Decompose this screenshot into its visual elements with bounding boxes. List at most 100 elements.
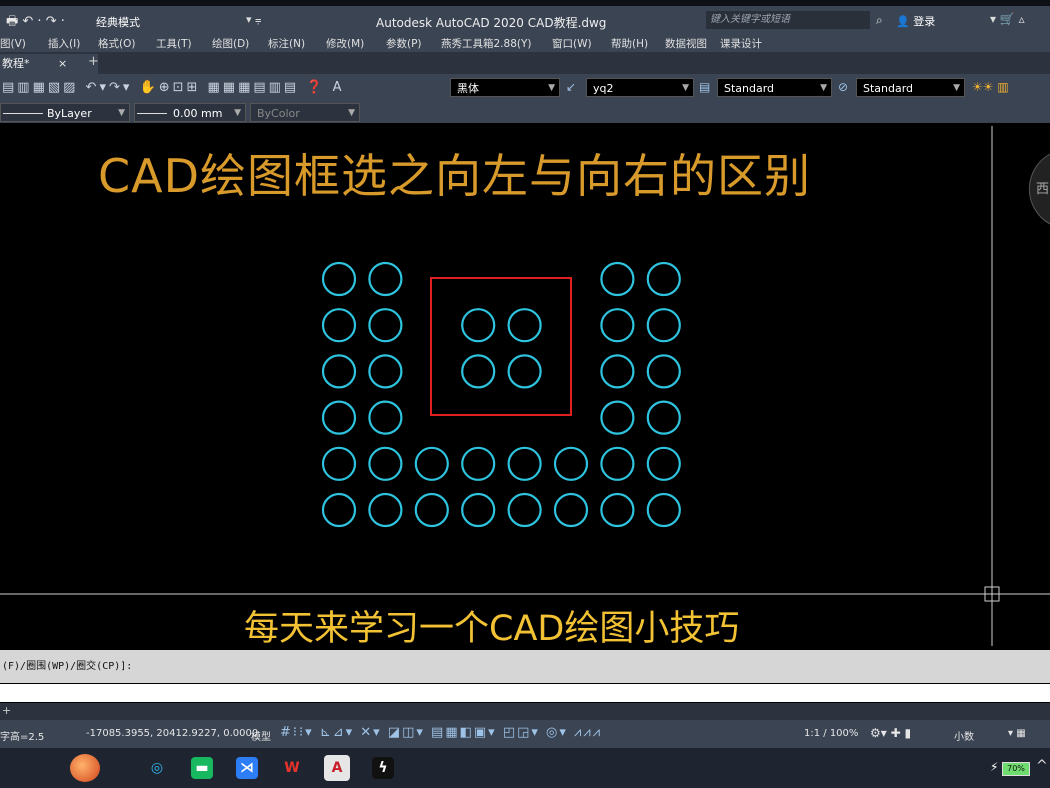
quick-access-icons[interactable]: 🖶 ↶ · ↷ ·	[6, 12, 65, 32]
menu-item[interactable]: 插入(I)	[48, 36, 80, 51]
circle-entity[interactable]	[507, 354, 542, 389]
menu-item[interactable]: 参数(P)	[386, 36, 422, 51]
close-icon[interactable]: ×	[58, 54, 67, 74]
chevron-up-icon[interactable]: ^	[1036, 758, 1048, 774]
chevron-down-icon: ▼	[548, 83, 555, 93]
circle-entity[interactable]	[646, 354, 681, 389]
menu-item[interactable]: 图(V)	[0, 36, 26, 51]
wps-icon[interactable]: W	[281, 757, 303, 779]
tab-label: 教程*	[2, 57, 30, 70]
menu-item[interactable]: 帮助(H)	[611, 36, 648, 51]
layer-lightbulb-icon[interactable]: ☀☀ ▥	[972, 80, 1009, 94]
login-label: 登录	[913, 15, 936, 28]
circle-entity[interactable]	[321, 354, 357, 389]
selection-rectangle	[430, 277, 572, 416]
new-tab-button[interactable]: +	[88, 54, 99, 69]
circle-entity[interactable]	[646, 446, 681, 481]
circle-entity[interactable]	[368, 308, 403, 343]
vs-icon[interactable]: ⋊	[236, 757, 258, 779]
drawing-canvas[interactable]: CAD绘图框选之向左与向右的区别 每天来学习一个CAD绘图小技巧 西	[0, 126, 1050, 649]
dimstyle-combo[interactable]: yq2 ▼	[586, 78, 694, 97]
circle-entity[interactable]	[368, 261, 403, 297]
circle-entity[interactable]	[461, 446, 496, 481]
color-combo[interactable]: ByColor ▼	[250, 103, 360, 122]
user-icon: 👤	[896, 15, 914, 28]
menu-item[interactable]: 数据视图	[665, 36, 707, 51]
menu-item[interactable]: 课录设计	[720, 36, 762, 51]
menu-item[interactable]: 工具(T)	[156, 36, 192, 51]
circle-entity[interactable]	[368, 400, 403, 435]
circle-entity[interactable]	[600, 492, 635, 528]
linetype-combo[interactable]: ByLayer ▼	[0, 103, 130, 122]
circle-entity[interactable]	[553, 446, 589, 481]
tablestyle-combo[interactable]: Standard ▼	[856, 78, 965, 97]
circle-entity[interactable]	[600, 308, 635, 343]
circle-entity[interactable]	[321, 308, 357, 343]
menu-bar: 图(V) 插入(I) 格式(O) 工具(T) 绘图(D) 标注(N) 修改(M) 参数(P) 燕…	[0, 32, 1050, 52]
command-input[interactable]	[0, 684, 1050, 702]
circle-entity[interactable]	[368, 492, 403, 528]
circle-entity[interactable]	[507, 492, 542, 528]
chevron-down-icon[interactable]: ▾ ⩦	[246, 13, 261, 27]
circle-entity[interactable]	[646, 492, 681, 528]
status-toggle-icons[interactable]: #⁝⁝▾ ⊾⊿▾ ✕▾ ◪◫▾ ▤▦◧▣▾ ◰◲▾ ◎▾ ⩘⩘⩘	[280, 725, 602, 740]
circle-entity[interactable]	[321, 400, 357, 435]
circle-entity[interactable]	[461, 308, 496, 343]
wechat-icon[interactable]: ▬	[191, 757, 213, 779]
binoculars-icon[interactable]: ⌕	[876, 13, 883, 28]
circle-entity[interactable]	[507, 308, 542, 343]
circle-entity[interactable]	[461, 354, 496, 389]
model-button[interactable]: 模型	[251, 728, 271, 743]
menu-item[interactable]: 标注(N)	[268, 36, 305, 51]
login-button[interactable]: 👤 登录	[896, 13, 935, 29]
lineweight-value: 0.00 mm	[173, 107, 223, 120]
app-title: Autodesk AutoCAD 2020 CAD教程.dwg	[376, 16, 607, 30]
menu-item[interactable]: 窗口(W)	[552, 36, 592, 51]
menu-item[interactable]: 绘图(D)	[212, 36, 249, 51]
circle-entity[interactable]	[414, 492, 449, 528]
autocad-icon[interactable]: A	[324, 755, 350, 781]
annotation-scale[interactable]: 1:1 / 100%	[804, 728, 858, 739]
circle-entity[interactable]	[646, 308, 681, 343]
cart-icon[interactable]: ▾ 🛒 ▵	[990, 12, 1025, 26]
circle-entity[interactable]	[553, 492, 589, 528]
menu-item[interactable]: 修改(M)	[326, 36, 364, 51]
title-bar: 🖶 ↶ · ↷ · 经典模式 ▾ ⩦ Autodesk AutoCAD 2020…	[0, 0, 1050, 32]
circle-entity[interactable]	[600, 261, 635, 297]
edge-icon[interactable]: ◎	[146, 757, 168, 779]
circle-entity[interactable]	[507, 446, 542, 481]
menu-item[interactable]: 燕秀工具箱2.88(Y)	[441, 36, 532, 51]
search-input[interactable]: 键入关键字或短语	[706, 11, 870, 29]
circle-entity[interactable]	[321, 492, 357, 528]
circle-entity[interactable]	[461, 492, 496, 528]
chevron-down-icon: ▼	[234, 108, 241, 118]
toolbar-icons[interactable]: ▤▥▦▧▨ ↶▾↷▾ ✋⊕⊡⊞ ▦▦▦▤▥▤ ❓ A	[2, 80, 345, 95]
menu-item[interactable]: 格式(O)	[98, 36, 135, 51]
circle-entity[interactable]	[600, 354, 635, 389]
chevron-down-icon: ▼	[348, 108, 355, 118]
units-selector[interactable]: 小数	[954, 728, 974, 743]
circle-entity[interactable]	[321, 446, 357, 481]
circle-entity[interactable]	[600, 400, 635, 435]
standard-toolbar: ▤▥▦▧▨ ↶▾↷▾ ✋⊕⊡⊞ ▦▦▦▤▥▤ ❓ A 黑体 ▼ ↙ yq2 ▼ ▤ …	[0, 74, 1050, 102]
capcut-icon[interactable]: ϟ	[372, 757, 394, 779]
textstyle-combo[interactable]: Standard ▼	[717, 78, 832, 97]
chevron-down-icon[interactable]: ▾ ▦	[1008, 728, 1026, 739]
circle-entity[interactable]	[646, 400, 681, 435]
document-tab-bar: 教程* × +	[0, 52, 1050, 74]
circle-entity[interactable]	[414, 446, 449, 481]
circle-entity[interactable]	[368, 354, 403, 389]
circle-entity[interactable]	[646, 261, 681, 297]
command-text: (F)/圈围(WP)/圈交(CP)]:	[2, 661, 133, 672]
tab-document[interactable]: 教程* ×	[0, 54, 98, 74]
add-layout-icon[interactable]: +	[2, 704, 11, 717]
circle-entity[interactable]	[368, 446, 403, 481]
gear-icon[interactable]: ⚙▾ ✚ ▮	[870, 726, 911, 740]
font-combo[interactable]: 黑体 ▼	[450, 78, 560, 97]
circle-entity[interactable]	[321, 261, 357, 297]
circle-entity[interactable]	[600, 446, 635, 481]
lineweight-combo[interactable]: 0.00 mm ▼	[134, 103, 246, 122]
workspace-selector[interactable]: 经典模式	[96, 14, 140, 30]
windows-taskbar: ◎ ▬ ⋊ W A ϟ ⚡ 70% ^	[0, 748, 1050, 788]
wallpaper-orb-icon[interactable]	[70, 754, 100, 782]
